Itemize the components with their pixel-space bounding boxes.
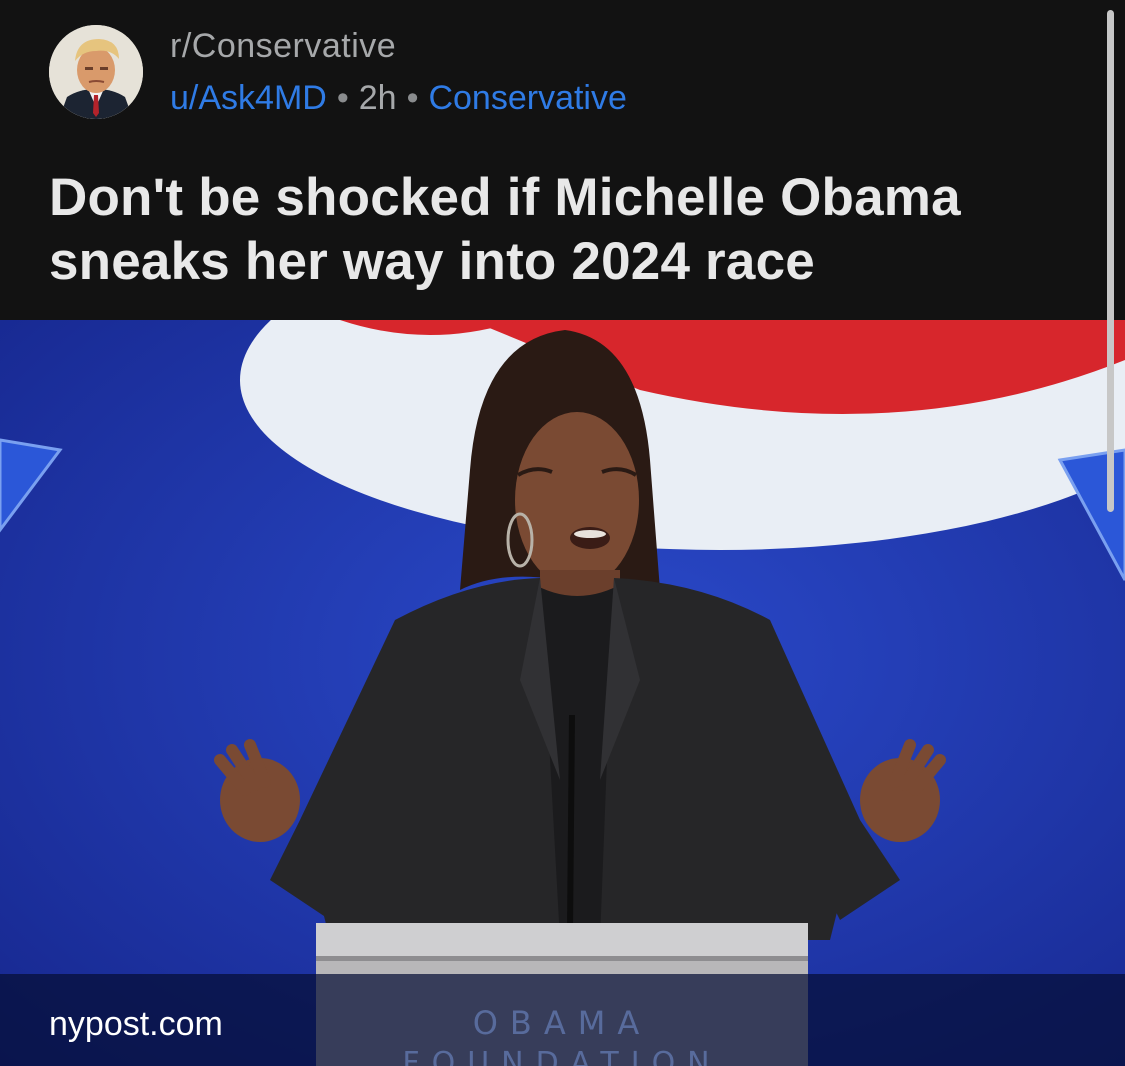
podium-text: FOUNDATION — [402, 1046, 722, 1066]
speaker-photo — [0, 320, 1125, 1066]
author-link[interactable]: u/Ask4MD — [170, 79, 327, 117]
post-title[interactable]: Don't be shocked if Michelle Obama sneak… — [49, 166, 1059, 294]
separator-dot: • — [336, 79, 349, 117]
subreddit-name[interactable]: r/Conservative — [170, 26, 627, 66]
scrollbar[interactable] — [1107, 10, 1114, 512]
subreddit-avatar[interactable] — [49, 25, 143, 119]
post-byline: u/Ask4MD • 2h • Conservative — [170, 78, 627, 118]
post-meta: r/Conservative u/Ask4MD • 2h • Conservative — [170, 26, 627, 118]
post-flair[interactable]: Conservative — [428, 79, 626, 117]
avatar-portrait-icon — [49, 25, 143, 119]
post-header: r/Conservative u/Ask4MD • 2h • Conservative … — [0, 0, 1125, 320]
post-image[interactable] — [0, 320, 1125, 1066]
separator-dot: • — [406, 79, 419, 117]
post-age: 2h — [358, 79, 397, 117]
link-domain[interactable]: nypost.com — [49, 1004, 223, 1044]
podium-text: OBAMA — [472, 1004, 652, 1042]
